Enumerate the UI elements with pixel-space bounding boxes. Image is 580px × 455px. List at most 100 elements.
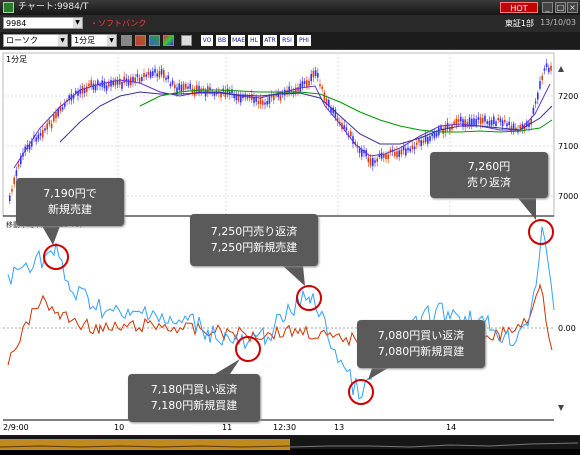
candle-body — [123, 76, 125, 83]
candle-body — [53, 114, 55, 122]
candle-body — [50, 123, 53, 129]
indicator-vo[interactable]: VO — [201, 35, 213, 46]
color-icon[interactable] — [163, 35, 174, 46]
indicator-mae[interactable]: MAE — [231, 35, 245, 46]
candle-body — [493, 116, 495, 124]
market-label: 東証1部 — [504, 19, 534, 28]
draw-icon[interactable] — [149, 35, 160, 46]
settings-icon[interactable] — [121, 35, 132, 46]
candle-body — [301, 81, 304, 87]
indicator-atr[interactable]: ATR — [263, 35, 277, 46]
candle-body — [488, 120, 491, 126]
candle-body — [394, 151, 396, 157]
indicator-phi[interactable]: PHI — [297, 35, 311, 46]
maximize-icon[interactable]: □ — [555, 2, 566, 13]
candle-body — [268, 96, 271, 104]
candle-body — [319, 84, 321, 87]
close-icon[interactable]: × — [567, 2, 578, 13]
chart-area[interactable]: 1分足 7200 7100 7000 移動平均乖離 (5 25 75) — [0, 50, 580, 435]
indicator-hl[interactable]: HL — [248, 35, 260, 46]
indicator-rsi[interactable]: RSI — [280, 35, 294, 46]
annotation-2-line2: 7,250円新規売建 — [210, 241, 298, 254]
candle-body — [490, 119, 493, 126]
candle-body — [321, 86, 323, 89]
annotation-3-line2: 7,180円新規買建 — [150, 399, 238, 412]
candle-body — [42, 130, 44, 138]
candle-body — [149, 71, 152, 78]
annotation-3-line1: 7,180円買い返済 — [150, 383, 238, 396]
candle-body — [154, 68, 156, 73]
candle-body — [13, 177, 15, 185]
candle-body — [187, 86, 189, 89]
candle-body — [55, 112, 57, 119]
chevron-down-icon[interactable]: ▼ — [107, 35, 116, 46]
candle-body — [314, 70, 317, 77]
scroll-up-icon[interactable] — [558, 66, 564, 72]
overview-scrollbar[interactable] — [0, 436, 580, 450]
candle-body — [345, 127, 348, 131]
candle-body — [167, 75, 169, 80]
annotation-callout-3: 7,180円買い返済 7,180円新規買建 — [128, 374, 260, 422]
candle-body — [506, 123, 508, 127]
chevron-down-icon[interactable]: ▼ — [58, 35, 67, 46]
chart-window: チャート:9984/T HOT _ □ × 9984 ▼ ・ソフトバンク 東証1… — [0, 0, 580, 450]
candle-body — [193, 88, 196, 96]
oscillator-zero-label: 0.00 — [558, 324, 576, 333]
symbol-input[interactable]: 9984 ▼ — [3, 17, 83, 29]
hot-badge[interactable]: HOT — [500, 2, 538, 13]
candle-body — [310, 74, 312, 82]
candle-body — [468, 117, 471, 126]
candle-body — [156, 73, 158, 77]
candle-body — [127, 79, 130, 86]
candle-body — [121, 81, 123, 89]
stock-name: ・ソフトバンク — [90, 19, 147, 28]
candle-body — [163, 70, 165, 78]
candle-body — [147, 71, 150, 76]
title-bar[interactable]: チャート:9984/T HOT _ □ × — [0, 0, 580, 15]
interval-select[interactable]: 1分足 ▼ — [71, 34, 117, 47]
eraser-icon[interactable] — [181, 35, 192, 46]
window-title: チャート:9984/T — [18, 2, 89, 12]
chevron-down-icon[interactable]: ▼ — [73, 18, 82, 28]
time-label-11: 11 — [222, 423, 232, 432]
candle-body — [266, 100, 268, 105]
candle-body — [350, 131, 352, 137]
indicator-bb[interactable]: BB — [216, 35, 228, 46]
candle-body — [317, 73, 319, 78]
time-label-1230: 12:30 — [273, 423, 296, 432]
candle-body — [466, 122, 469, 125]
candle-body — [189, 83, 191, 89]
overview-thumb[interactable] — [0, 439, 290, 450]
candle-body — [37, 134, 40, 140]
candle-body — [182, 83, 185, 91]
symbol-bar: 9984 ▼ ・ソフトバンク 東証1部 13/10/03 — [0, 15, 580, 33]
candle-body — [180, 84, 183, 92]
candle-body — [479, 117, 482, 124]
candle-body — [39, 132, 42, 136]
candle-body — [532, 107, 535, 114]
candle-body — [504, 119, 506, 123]
chart-type-select[interactable]: ローソク ▼ — [3, 34, 68, 47]
annotation-callout-5: 7,260円 売り返済 — [430, 152, 548, 198]
candle-body — [431, 134, 433, 137]
marker-sell-entry — [43, 244, 69, 270]
annotation-4-line1: 7,080円買い返済 — [377, 329, 465, 342]
candle-body — [152, 71, 154, 76]
candle-body — [385, 153, 387, 160]
candle-body — [541, 75, 543, 80]
minimize-icon[interactable]: _ — [542, 2, 553, 13]
candle-body — [110, 80, 112, 87]
annotation-callout-2: 7,250円売り返済 7,250円新規売建 — [190, 214, 318, 266]
marker-buy-reverse-1 — [235, 336, 261, 362]
candle-body — [411, 145, 414, 150]
candle-body — [477, 117, 480, 120]
candle-body — [174, 84, 176, 89]
candle-body — [35, 137, 37, 142]
candle-body — [253, 97, 255, 104]
palette-icon[interactable] — [135, 35, 146, 46]
candle-body — [44, 128, 46, 131]
candle-body — [440, 126, 442, 130]
price-tick-7000: 7000 — [558, 192, 578, 201]
scroll-down-icon[interactable] — [558, 405, 564, 411]
candle-body — [198, 85, 200, 93]
